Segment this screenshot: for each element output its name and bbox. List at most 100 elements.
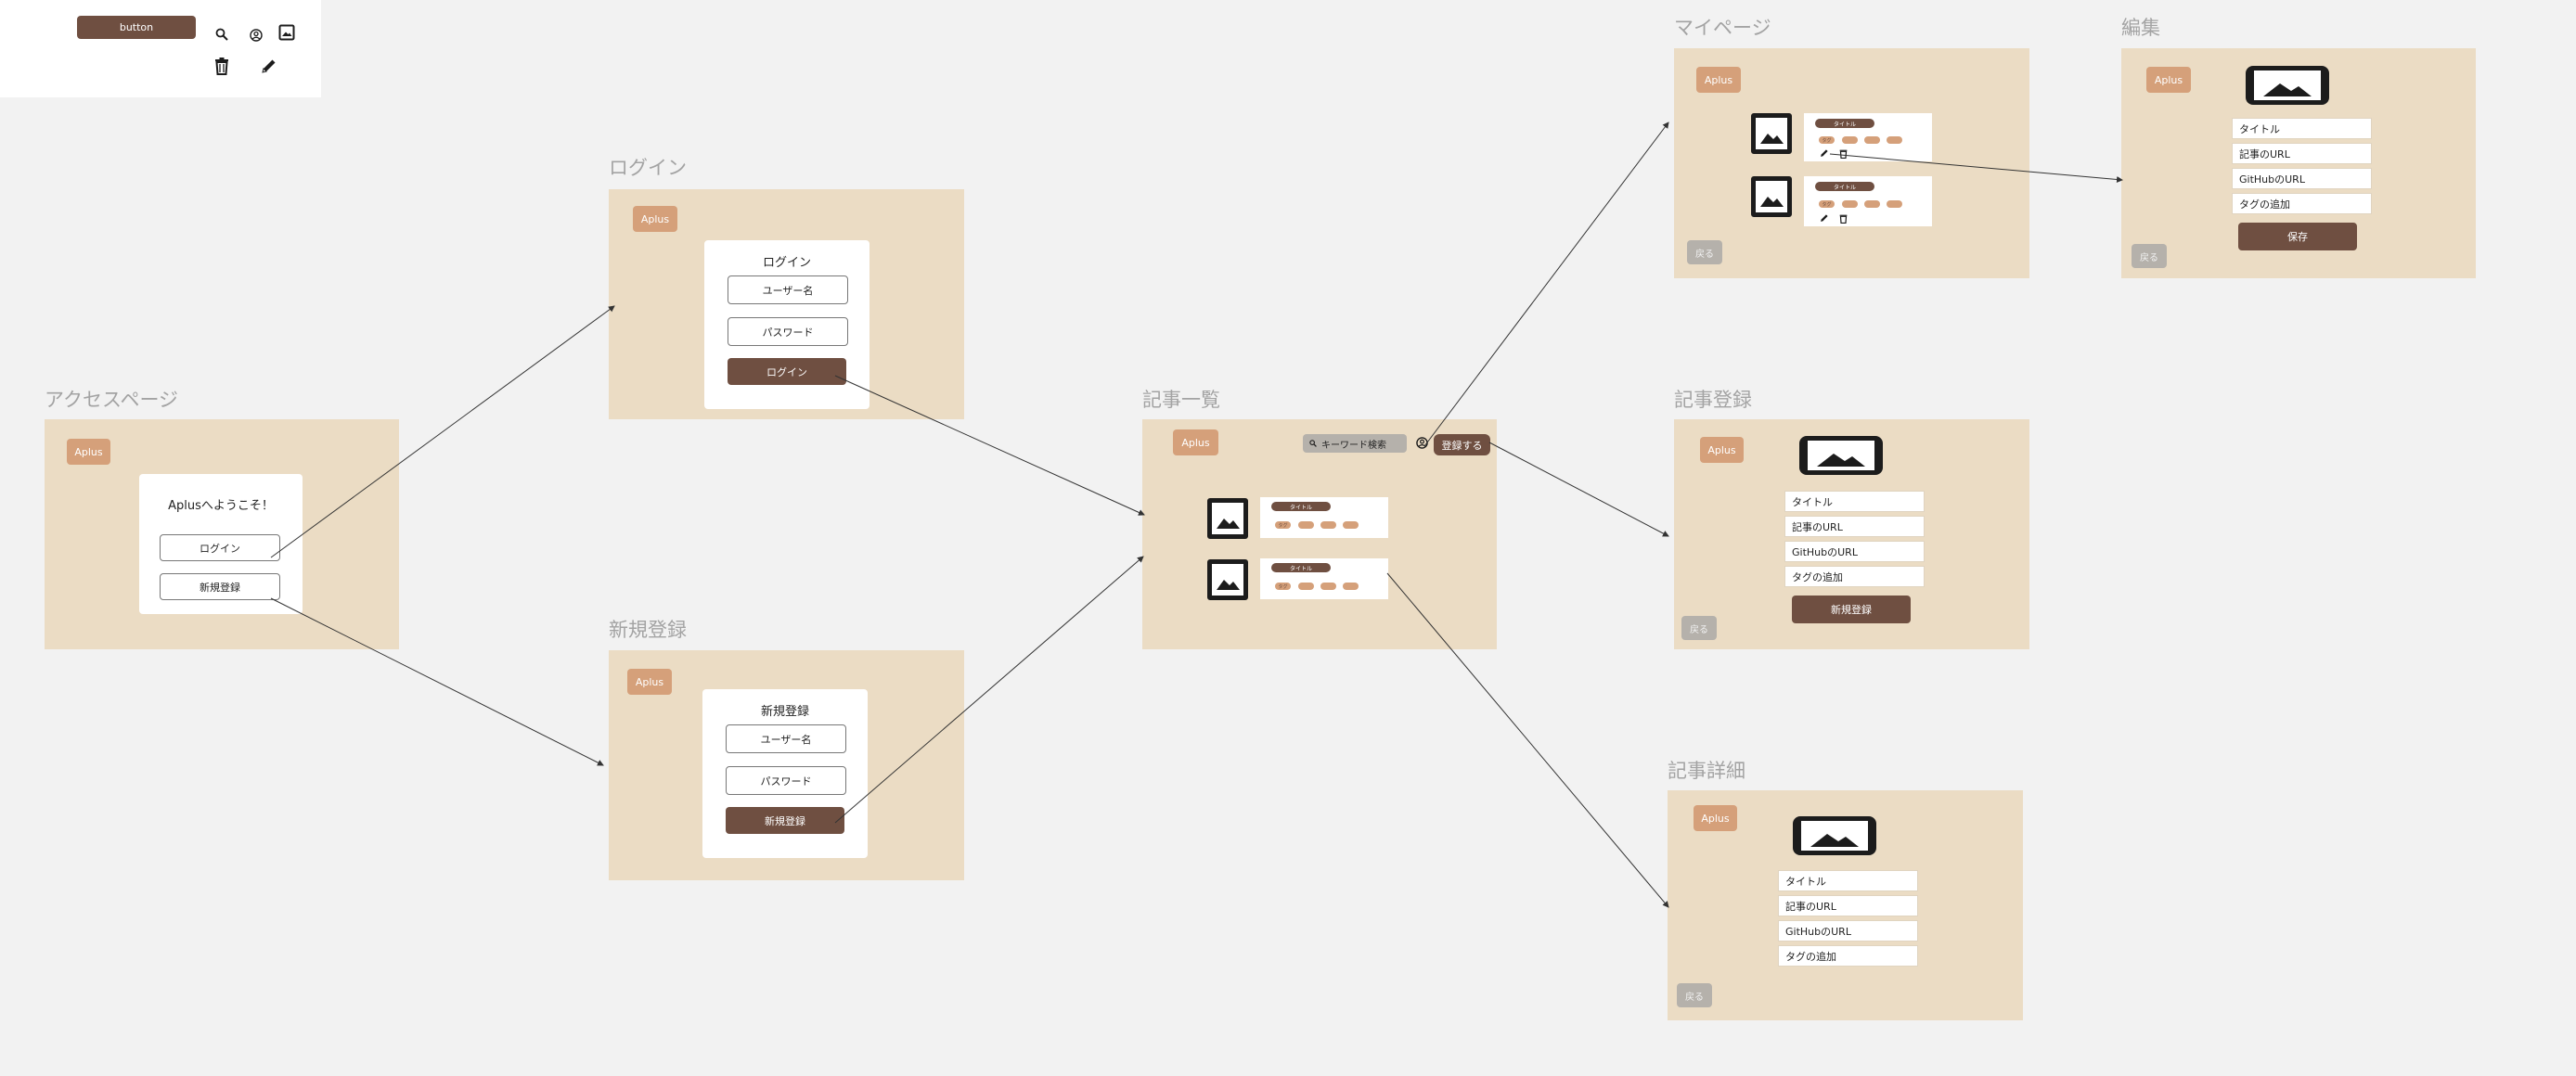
post-article-button[interactable]: 登録する: [1434, 434, 1490, 455]
tag-pill: [1320, 583, 1336, 590]
login-submit-button[interactable]: ログイン: [728, 358, 846, 385]
app-logo[interactable]: Aplus: [67, 439, 110, 465]
password-input[interactable]: パスワード: [728, 317, 848, 346]
login-button[interactable]: ログイン: [160, 534, 280, 561]
image-icon[interactable]: [277, 22, 297, 43]
app-logo[interactable]: Aplus: [627, 669, 672, 695]
tag-pill: タグ: [1819, 200, 1835, 208]
app-logo[interactable]: Aplus: [1694, 805, 1737, 831]
frame-title-create: 記事登録: [1674, 389, 1752, 411]
github-url-field[interactable]: GitHubのURL: [2232, 168, 2372, 189]
github-url-field[interactable]: GitHubのURL: [1778, 920, 1918, 942]
access-page-frame: Aplus Aplusへようこそ！ ログイン 新規登録: [45, 419, 399, 649]
tag-pill: [1298, 583, 1314, 590]
add-tag-field[interactable]: タグの追加: [2232, 193, 2372, 214]
back-button[interactable]: 戻る: [2132, 244, 2167, 268]
tag-pill: [1320, 521, 1336, 529]
tag-pill: [1842, 136, 1858, 144]
thumbnail-image-icon: [1751, 176, 1792, 217]
add-tag-field[interactable]: タグの追加: [1784, 566, 1925, 587]
welcome-text: Aplusへようこそ！: [168, 499, 274, 513]
frame-title-mypage: マイページ: [1674, 17, 1771, 39]
username-input[interactable]: ユーザー名: [728, 275, 848, 304]
back-button[interactable]: 戻る: [1687, 240, 1722, 264]
item-title-pill: タイトル: [1271, 563, 1331, 572]
frame-title-login: ログイン: [609, 157, 687, 179]
register-card-title: 新規登録: [760, 705, 809, 719]
save-button[interactable]: 保存: [2238, 223, 2357, 250]
article-url-field[interactable]: 記事のURL: [1778, 895, 1918, 916]
search-icon[interactable]: [213, 25, 231, 44]
tag-pill: [1864, 136, 1880, 144]
register-page-frame: Aplus 新規登録 ユーザー名 パスワード 新規登録: [609, 650, 964, 880]
phone-image-icon: [1793, 816, 1876, 855]
password-input[interactable]: パスワード: [726, 766, 846, 795]
frame-title-detail: 記事詳細: [1668, 760, 1745, 782]
pencil-icon[interactable]: [1819, 212, 1830, 224]
trash-icon[interactable]: [1837, 147, 1848, 159]
frame-title-register: 新規登録: [609, 619, 687, 641]
login-page-frame: Aplus ログイン ユーザー名 パスワード ログイン: [609, 189, 964, 419]
tag-pill: [1343, 583, 1359, 590]
frame-title-access: アクセスページ: [45, 389, 179, 411]
component-palette: button: [0, 0, 321, 97]
item-title-pill: タイトル: [1271, 502, 1331, 511]
register-button[interactable]: 新規登録: [160, 573, 280, 600]
register-article-button[interactable]: 新規登録: [1792, 596, 1911, 623]
article-list-item[interactable]: タイトル タグ: [1260, 558, 1388, 599]
tag-pill: [1298, 521, 1314, 529]
title-field: タイトル: [1778, 870, 1918, 891]
palette-button[interactable]: button: [77, 16, 196, 39]
user-circle-icon[interactable]: [247, 26, 265, 45]
tag-pill: [1887, 200, 1902, 208]
article-list-frame: Aplus キーワード検索 登録する タイトル タグ タイトル タグ: [1142, 419, 1497, 649]
thumbnail-image-icon: [1207, 559, 1248, 600]
app-logo[interactable]: Aplus: [633, 206, 677, 232]
github-url-field[interactable]: GitHubのURL: [1784, 541, 1925, 562]
frame-title-list: 記事一覧: [1142, 389, 1220, 411]
app-logo[interactable]: Aplus: [1700, 437, 1744, 463]
username-input[interactable]: ユーザー名: [726, 724, 846, 753]
pencil-icon[interactable]: [259, 56, 279, 76]
app-logo[interactable]: Aplus: [2146, 67, 2191, 93]
search-placeholder: キーワード検索: [1321, 440, 1386, 451]
tag-pill: タグ: [1275, 521, 1291, 529]
welcome-card: Aplusへようこそ！ ログイン 新規登録: [139, 474, 303, 614]
title-field[interactable]: タイトル: [2232, 118, 2372, 139]
thumbnail-image-icon: [1751, 113, 1792, 154]
article-url-field[interactable]: 記事のURL: [1784, 516, 1925, 537]
article-url-field[interactable]: 記事のURL: [2232, 143, 2372, 164]
register-submit-button[interactable]: 新規登録: [726, 807, 844, 834]
create-article-frame: Aplus タイトル 記事のURL GitHubのURL タグの追加 新規登録 …: [1674, 419, 2029, 649]
tag-pill: [1842, 200, 1858, 208]
my-article-item[interactable]: タイトル タグ: [1804, 113, 1932, 161]
edit-page-frame: Aplus タイトル 記事のURL GitHubのURL タグの追加 保存 戻る: [2121, 48, 2476, 278]
tag-pill: [1887, 136, 1902, 144]
arrow-list-to-mypage: [1423, 122, 1669, 447]
back-button[interactable]: 戻る: [1677, 983, 1712, 1007]
trash-icon[interactable]: [212, 55, 232, 77]
my-article-item[interactable]: タイトル タグ: [1804, 176, 1932, 226]
trash-icon[interactable]: [1837, 212, 1848, 224]
title-field[interactable]: タイトル: [1784, 491, 1925, 512]
search-input[interactable]: キーワード検索: [1303, 434, 1407, 453]
tag-pill: [1864, 200, 1880, 208]
search-icon: [1309, 440, 1317, 447]
app-logo[interactable]: Aplus: [1173, 429, 1218, 455]
article-detail-frame: Aplus タイトル 記事のURL GitHubのURL タグの追加 戻る: [1668, 790, 2023, 1020]
thumbnail-image-icon: [1207, 498, 1248, 539]
tag-pill: タグ: [1275, 583, 1291, 590]
tag-pill: [1343, 521, 1359, 529]
login-card: ログイン ユーザー名 パスワード ログイン: [704, 240, 869, 409]
mypage-frame: Aplus タイトル タグ タイトル タグ 戻る: [1674, 48, 2029, 278]
user-circle-icon[interactable]: [1413, 434, 1430, 451]
app-logo[interactable]: Aplus: [1696, 67, 1741, 93]
back-button[interactable]: 戻る: [1681, 616, 1717, 640]
frame-title-edit: 編集: [2121, 17, 2160, 39]
tags-field: タグの追加: [1778, 945, 1918, 967]
register-card: 新規登録 ユーザー名 パスワード 新規登録: [702, 689, 868, 858]
phone-image-icon: [2246, 66, 2329, 105]
login-card-title: ログイン: [762, 256, 811, 270]
pencil-icon[interactable]: [1819, 147, 1830, 159]
article-list-item[interactable]: タイトル タグ: [1260, 497, 1388, 538]
